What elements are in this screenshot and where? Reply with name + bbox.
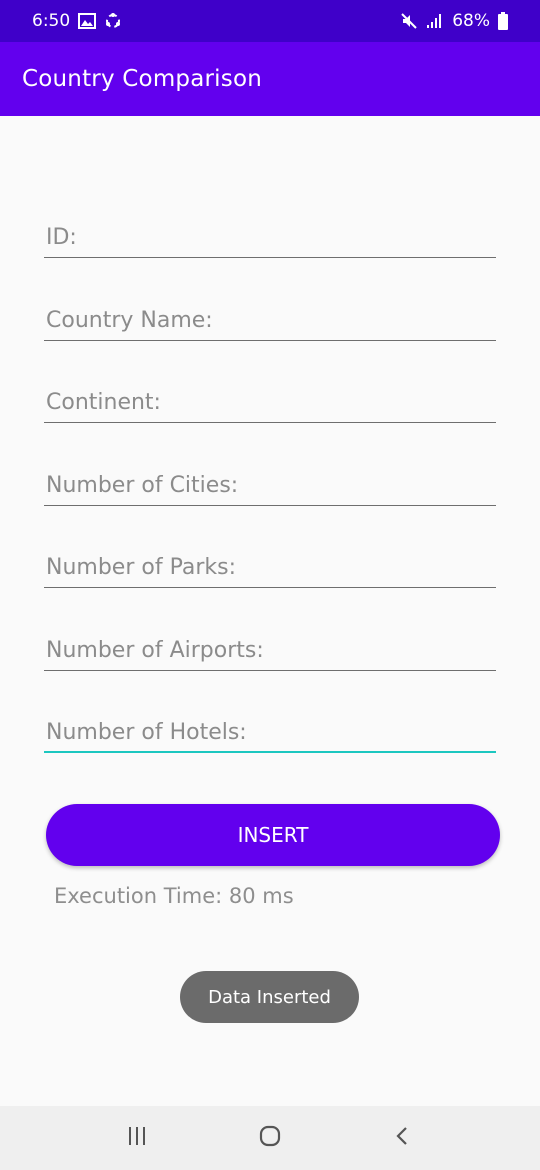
recents-button[interactable] bbox=[107, 1113, 167, 1163]
back-icon bbox=[392, 1125, 414, 1151]
airports-input[interactable] bbox=[44, 621, 496, 670]
sync-icon bbox=[104, 12, 122, 30]
battery-icon bbox=[498, 12, 508, 30]
status-right: 68% bbox=[400, 11, 508, 31]
recents-icon bbox=[126, 1125, 148, 1151]
battery-percent: 68% bbox=[452, 11, 490, 31]
cities-input[interactable] bbox=[44, 456, 496, 505]
status-time: 6:50 bbox=[32, 11, 71, 31]
cities-field[interactable] bbox=[44, 456, 496, 506]
navigation-bar bbox=[0, 1106, 540, 1170]
airports-field[interactable] bbox=[44, 621, 496, 671]
home-icon bbox=[258, 1124, 282, 1152]
hotels-field[interactable] bbox=[44, 703, 496, 753]
insert-button[interactable]: INSERT bbox=[46, 804, 500, 866]
status-left: 6:50 bbox=[32, 11, 122, 31]
id-field[interactable] bbox=[44, 208, 496, 258]
back-button[interactable] bbox=[373, 1113, 433, 1163]
mute-icon bbox=[400, 12, 418, 30]
toast-text: Data Inserted bbox=[208, 986, 331, 1008]
id-input[interactable] bbox=[44, 208, 496, 257]
country-name-field[interactable] bbox=[44, 291, 496, 341]
home-button[interactable] bbox=[240, 1113, 300, 1163]
country-name-input[interactable] bbox=[44, 291, 496, 340]
signal-icon bbox=[426, 13, 444, 29]
continent-field[interactable] bbox=[44, 373, 496, 423]
app-title: Country Comparison bbox=[22, 66, 262, 92]
parks-field[interactable] bbox=[44, 538, 496, 588]
image-icon bbox=[78, 13, 97, 29]
execution-time: Execution Time: 80 ms bbox=[54, 884, 294, 908]
toast-message: Data Inserted bbox=[180, 971, 359, 1023]
app-bar: Country Comparison bbox=[0, 42, 540, 116]
parks-input[interactable] bbox=[44, 538, 496, 587]
continent-input[interactable] bbox=[44, 373, 496, 422]
form-container: INSERT Execution Time: 80 ms Data Insert… bbox=[0, 116, 540, 1106]
status-bar: 6:50 68% bbox=[0, 0, 540, 42]
hotels-input[interactable] bbox=[44, 703, 496, 751]
